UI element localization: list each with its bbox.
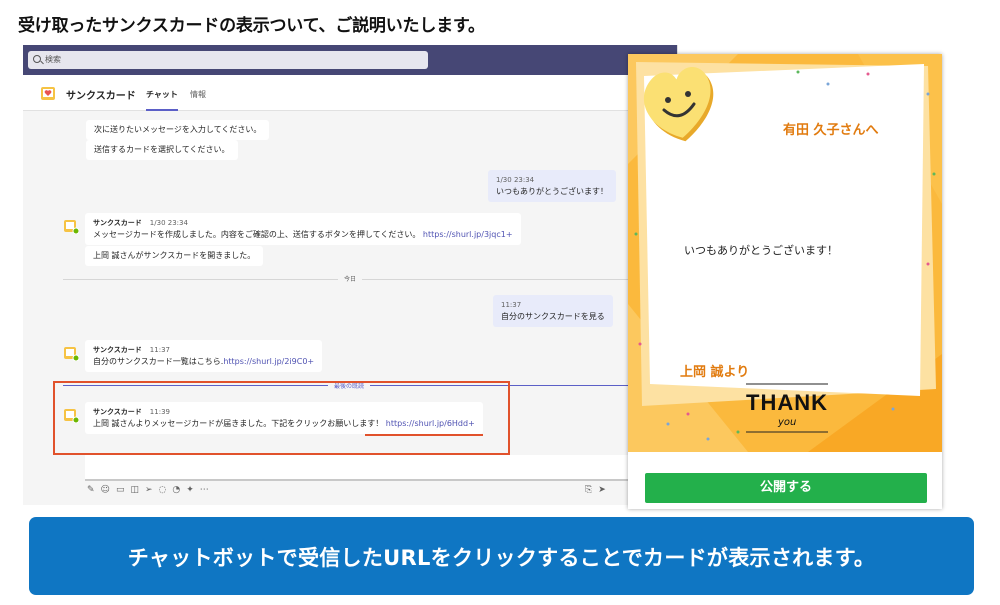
message-text: 次に送りたいメッセージを入力してください。 [94, 125, 262, 134]
send-tools: ⎘➤ [585, 485, 612, 495]
my-message: 11:37 自分のサンクスカードを見る [493, 295, 613, 327]
message-time: 1/30 23:34 [496, 176, 535, 184]
stream-icon[interactable]: ◌ [159, 485, 173, 495]
message-sender: サンクスカード [93, 346, 142, 354]
date-divider-label: 今日 [338, 274, 363, 283]
search-input[interactable]: 検索 [28, 51, 428, 69]
teams-top-bar: 検索 [23, 45, 677, 75]
page-heading: 受け取ったサンクスカードの表示ついて、ご説明いたします。 [18, 16, 485, 36]
send-icon[interactable]: ➤ [598, 485, 612, 495]
message-time: 11:37 [149, 346, 170, 354]
message-time: 11:37 [501, 301, 522, 309]
link-underline [365, 434, 483, 436]
emoji-icon[interactable]: ☺ [101, 485, 116, 495]
bot-avatar [64, 347, 79, 361]
gif-icon[interactable]: ▭ [116, 485, 131, 495]
message-text: 自分のサンクスカード一覧はこちら. [93, 357, 224, 366]
search-icon [33, 55, 41, 63]
message-text: いつもありがとうございます！ [496, 187, 608, 196]
search-placeholder: 検索 [45, 55, 61, 64]
message-time: 1/30 23:34 [149, 219, 188, 227]
publish-button[interactable]: 公開する [645, 473, 927, 503]
card-you-text: you [778, 417, 797, 428]
banner-text: チャットボットで受信したURLをクリックすることでカードが表示されます。 [127, 546, 876, 570]
message-bubble: 次に送りたいメッセージを入力してください。 [86, 120, 270, 140]
attach-icon[interactable]: ⎘ [585, 485, 598, 495]
message-link[interactable]: https://shurl.jp/2i9C0+ [223, 357, 314, 366]
bot-avatar [64, 220, 79, 234]
card-thank-text: THANK [746, 390, 828, 415]
sticker-icon[interactable]: ◫ [130, 485, 145, 495]
info-banner: チャットボットで受信したURLをクリックすることでカードが表示されます。 [29, 517, 974, 595]
card-artwork: 有田 久子さんへ いつもありがとうございます！ 上岡 誠より THANK you [628, 54, 942, 452]
send-later-icon[interactable]: ➢ [145, 485, 159, 495]
compose-toolbar: ✎☺▭◫➢◌◔✦⋯ [87, 485, 215, 495]
tab-info[interactable]: 情報 [190, 89, 206, 100]
chat-header: サンクスカード チャット 情報 [23, 75, 677, 111]
bot-message: サンクスカード 1/30 23:34 メッセージカードを作成しました。内容をご確認… [85, 213, 521, 245]
app-name: サンクスカード [66, 91, 136, 102]
compose-box[interactable] [85, 455, 645, 481]
message-link[interactable]: https://shurl.jp/3jqc1+ [423, 230, 513, 239]
message-sender: サンクスカード [93, 219, 142, 227]
format-icon[interactable]: ✎ [87, 485, 101, 495]
highlight-box [53, 381, 510, 455]
bot-message: サンクスカード 11:37 自分のサンクスカード一覧はこちら.https://sh… [85, 340, 323, 372]
message-bubble: 送信するカードを選択してください。 [86, 140, 238, 160]
card-recipient: 有田 久子さんへ [783, 123, 879, 138]
message-text: 自分のサンクスカードを見る [501, 312, 605, 321]
praise-icon[interactable]: ✦ [186, 485, 200, 495]
message-text: 上岡 誠さんがサンクスカードを開きました。 [93, 251, 256, 260]
thanks-card-app-icon [41, 87, 55, 100]
thanks-card: 有田 久子さんへ いつもありがとうございます！ 上岡 誠より THANK you… [628, 54, 942, 509]
message-text: 送信するカードを選択してください。 [94, 145, 230, 154]
more-icon[interactable]: ⋯ [200, 485, 215, 495]
message-text: メッセージカードを作成しました。内容をご確認の上、送信するボタンを押してください… [93, 230, 421, 239]
card-sender: 上岡 誠より [680, 365, 750, 380]
loop-icon[interactable]: ◔ [172, 485, 186, 495]
tab-chat[interactable]: チャット [146, 89, 178, 111]
message-bubble: 上岡 誠さんがサンクスカードを開きました。 [85, 246, 264, 266]
card-message: いつもありがとうございます！ [684, 244, 838, 257]
my-message: 1/30 23:34 いつもありがとうございます！ [488, 170, 616, 202]
